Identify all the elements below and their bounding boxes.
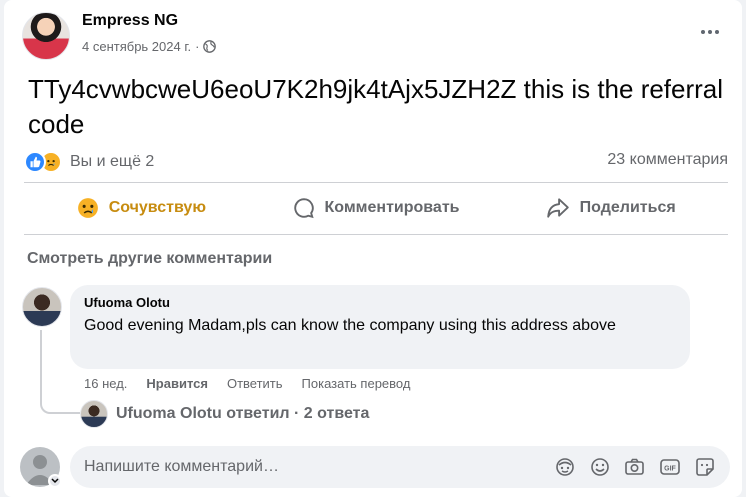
globe-icon[interactable] bbox=[203, 40, 217, 53]
sad-icon bbox=[77, 198, 98, 218]
comment-label: Комментировать bbox=[324, 199, 460, 216]
comment-meta: 16 нед. Нравится Ответить Показать перев… bbox=[84, 376, 410, 391]
comments-count[interactable]: 23 комментария bbox=[607, 151, 728, 169]
like-icon bbox=[24, 151, 46, 173]
reply-avatar bbox=[80, 400, 108, 428]
gif-icon[interactable]: GIF bbox=[658, 455, 681, 478]
comment-icon bbox=[293, 198, 314, 219]
comment-input[interactable] bbox=[84, 446, 544, 488]
sympathize-label: Сочувствую bbox=[108, 199, 206, 216]
meta-separator: · bbox=[195, 39, 200, 54]
reactions-summary[interactable]: Вы и ещё 2 bbox=[24, 148, 154, 176]
post-author[interactable]: Empress NG bbox=[82, 12, 178, 30]
comment-button[interactable]: Комментировать bbox=[259, 188, 494, 228]
emoji-icon[interactable] bbox=[588, 455, 611, 478]
post-text: TTy4cvwbcweU6eoU7K2h9jk4tAjx5JZH2Z this … bbox=[28, 74, 724, 139]
camera-icon[interactable] bbox=[623, 455, 646, 478]
avatar-sticker-icon[interactable] bbox=[553, 455, 576, 478]
sticker-icon[interactable] bbox=[693, 455, 716, 478]
comment-reply-button[interactable]: Ответить bbox=[227, 376, 283, 391]
post-actions: Сочувствую Комментировать Поделиться bbox=[24, 188, 728, 228]
share-label: Поделиться bbox=[579, 199, 676, 216]
comment-composer: GIF bbox=[70, 446, 730, 488]
view-more-comments[interactable]: Смотреть другие комментарии bbox=[27, 250, 272, 268]
author-avatar[interactable] bbox=[22, 12, 70, 60]
share-button[interactable]: Поделиться bbox=[493, 188, 728, 228]
replies-text: Ufuoma Olotu ответил · 2 ответа bbox=[116, 405, 370, 422]
commenter-avatar[interactable] bbox=[22, 287, 62, 327]
view-replies[interactable]: Ufuoma Olotu ответил · 2 ответа bbox=[80, 399, 369, 429]
comment-author[interactable]: Ufuoma Olotu bbox=[84, 295, 676, 310]
comment-text: Good evening Madam,pls can know the comp… bbox=[84, 317, 616, 334]
svg-text:GIF: GIF bbox=[664, 465, 676, 472]
comment-like-button[interactable]: Нравится bbox=[146, 376, 208, 391]
share-icon bbox=[546, 198, 569, 218]
composer-tools: GIF bbox=[553, 455, 716, 478]
post-header: Empress NG 4 сентябрь 2024 г. · bbox=[22, 10, 732, 62]
chevron-down-icon[interactable] bbox=[48, 474, 62, 488]
more-icon bbox=[701, 30, 705, 34]
show-translation-button[interactable]: Показать перевод bbox=[302, 376, 411, 391]
divider bbox=[24, 234, 728, 235]
more-options-button[interactable] bbox=[694, 20, 726, 44]
comment-time[interactable]: 16 нед. bbox=[84, 376, 127, 391]
comment-bubble: Ufuoma Olotu Good evening Madam,pls can … bbox=[70, 285, 690, 369]
reactions-text: Вы и ещё 2 bbox=[70, 153, 155, 170]
post-card: Empress NG 4 сентябрь 2024 г. · TTy4cvwb… bbox=[4, 0, 742, 497]
post-meta: 4 сентябрь 2024 г. · bbox=[82, 39, 217, 54]
divider bbox=[24, 182, 728, 183]
post-date[interactable]: 4 сентябрь 2024 г. bbox=[82, 39, 191, 54]
sympathize-button[interactable]: Сочувствую bbox=[24, 188, 259, 228]
